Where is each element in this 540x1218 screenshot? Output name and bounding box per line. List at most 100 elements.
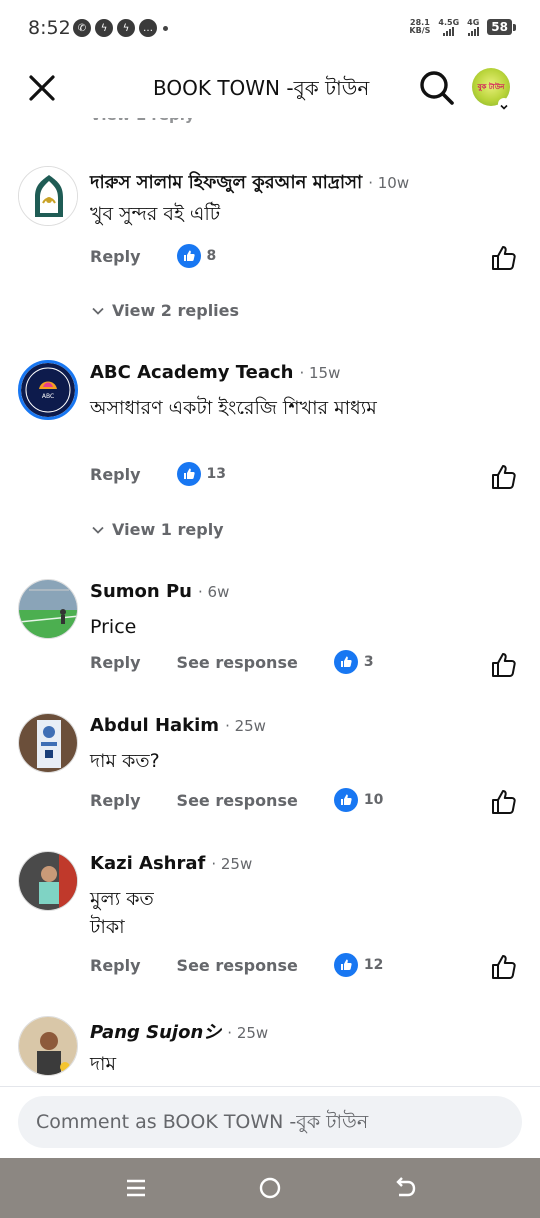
messenger-icon: ϟ: [117, 19, 135, 37]
comment-text: দাম কত?: [90, 750, 160, 772]
reply-button[interactable]: Reply: [90, 956, 141, 975]
whatsapp-icon: ✆: [73, 19, 91, 37]
profile-photo-icon: [19, 580, 77, 638]
signal-4-5g: 4.5G: [438, 18, 459, 36]
reaction-count[interactable]: 8: [176, 244, 217, 268]
comment-text: দাম: [90, 1053, 117, 1075]
chevron-down-icon: [92, 526, 104, 534]
profile-photo-icon: [19, 714, 77, 772]
signal-bars-icon: [467, 27, 479, 36]
academy-logo-icon: ABC: [21, 363, 75, 417]
comment-composer[interactable]: [18, 1096, 522, 1148]
page-title: BOOK TOWN -বুক টাউন: [153, 76, 370, 100]
reply-button[interactable]: Reply: [90, 791, 141, 810]
avatar[interactable]: [18, 166, 78, 226]
back-button[interactable]: [391, 1174, 419, 1202]
comment-text: খুব সুন্দর বই এটি: [90, 203, 221, 225]
thumbs-up-icon: [492, 790, 516, 814]
status-bar: 8:52 ✆ ϟ ϟ … 28.1 KB/S 4.5G 4G 58: [0, 0, 540, 58]
chevron-down-icon: [92, 307, 104, 315]
menu-lines-icon: [127, 1179, 145, 1197]
see-response-button[interactable]: See response: [177, 956, 298, 975]
see-response-button[interactable]: See response: [177, 791, 298, 810]
chat-icon: …: [139, 19, 157, 37]
page-switcher-button[interactable]: বুক টাউন: [472, 68, 512, 110]
network-speed: 28.1 KB/S: [409, 18, 431, 35]
signal-bars-icon: [443, 27, 455, 36]
like-count: 3: [363, 654, 374, 670]
status-indicators: 28.1 KB/S 4.5G 4G 58: [409, 18, 516, 36]
reaction-count[interactable]: 10: [333, 788, 384, 812]
madrasa-logo-icon: [19, 167, 77, 225]
avatar[interactable]: [18, 851, 78, 911]
comment-text: মুল্য কত টাকা: [90, 888, 154, 938]
comment-time: · 25w: [227, 1024, 269, 1042]
system-nav-bar: [0, 1158, 540, 1218]
avatar[interactable]: [18, 1016, 78, 1076]
thumbs-up-icon: [492, 465, 516, 489]
comment-time: · 6w: [198, 583, 230, 601]
comment-time: · 25w: [225, 717, 266, 735]
commenter-name[interactable]: Pang Sujonシ: [90, 1018, 221, 1044]
like-count: 12: [363, 957, 384, 973]
status-time: 8:52: [28, 17, 71, 39]
commenter-name[interactable]: Abdul Hakim: [90, 715, 219, 736]
reply-button[interactable]: Reply: [90, 247, 141, 266]
reaction-count[interactable]: 3: [333, 650, 374, 674]
like-count: 13: [206, 466, 227, 482]
commenter-name[interactable]: দারুস সালাম হিফজুল কুরআন মাদ্রাসা: [90, 168, 362, 199]
commenter-name[interactable]: ABC Academy Teach: [90, 362, 293, 383]
commenter-name[interactable]: Sumon Pu: [90, 581, 192, 602]
top-header: BOOK TOWN -বুক টাউন বুক টাউন: [0, 58, 540, 118]
like-count: 8: [206, 248, 217, 264]
like-reaction-icon: [333, 650, 358, 674]
like-button[interactable]: [490, 463, 518, 491]
like-count: 10: [363, 792, 384, 808]
chevron-down-icon: [498, 98, 510, 110]
thumbs-up-icon: [492, 653, 516, 677]
like-reaction-icon: [176, 462, 201, 486]
reaction-count[interactable]: 12: [333, 953, 384, 977]
comment-time: · 10w: [368, 174, 410, 192]
profile-photo-icon: [19, 1017, 77, 1075]
home-button[interactable]: [256, 1174, 284, 1202]
comments-feed[interactable]: View 1 reply দারুস সালাম হিফজুল কুরআন মা…: [0, 100, 540, 1086]
search-button[interactable]: [418, 69, 456, 107]
avatar[interactable]: [18, 579, 78, 639]
recent-apps-button[interactable]: [122, 1174, 150, 1202]
battery-indicator: 58: [487, 19, 516, 35]
view-replies-link[interactable]: View 2 replies: [90, 301, 239, 320]
comment-composer-bar: [0, 1086, 540, 1158]
comment-text: অসাধারণ একটা ইংরেজি শিখার মাধ্যম: [90, 397, 377, 419]
like-button[interactable]: [490, 953, 518, 981]
svg-text:ABC: ABC: [42, 393, 54, 400]
like-button[interactable]: [490, 651, 518, 679]
reply-button[interactable]: Reply: [90, 653, 141, 672]
avatar[interactable]: ABC: [18, 360, 78, 420]
close-button[interactable]: [26, 72, 58, 104]
comment-text: Price: [90, 616, 137, 638]
back-arrow-icon: [396, 1177, 416, 1197]
thumbs-up-icon: [492, 955, 516, 979]
like-reaction-icon: [333, 788, 358, 812]
reaction-count[interactable]: 13: [176, 462, 227, 486]
see-response-button[interactable]: See response: [177, 653, 298, 672]
comment-input[interactable]: [18, 1096, 522, 1148]
comment-time: · 15w: [299, 364, 341, 382]
notification-icons: ✆ ϟ ϟ …: [73, 19, 168, 37]
like-reaction-icon: [333, 953, 358, 977]
commenter-name[interactable]: Kazi Ashraf: [90, 853, 205, 874]
profile-photo-icon: [19, 852, 77, 910]
like-button[interactable]: [490, 788, 518, 816]
messenger-icon: ϟ: [95, 19, 113, 37]
home-circle-icon: [259, 1177, 281, 1199]
avatar[interactable]: [18, 713, 78, 773]
close-icon: [29, 75, 55, 101]
reply-button[interactable]: Reply: [90, 465, 141, 484]
thumbs-up-icon: [492, 246, 516, 270]
like-button[interactable]: [490, 244, 518, 272]
signal-4g: 4G: [467, 18, 479, 36]
comment-time: · 25w: [211, 855, 253, 873]
like-reaction-icon: [176, 244, 201, 268]
view-replies-link[interactable]: View 1 reply: [90, 520, 224, 539]
